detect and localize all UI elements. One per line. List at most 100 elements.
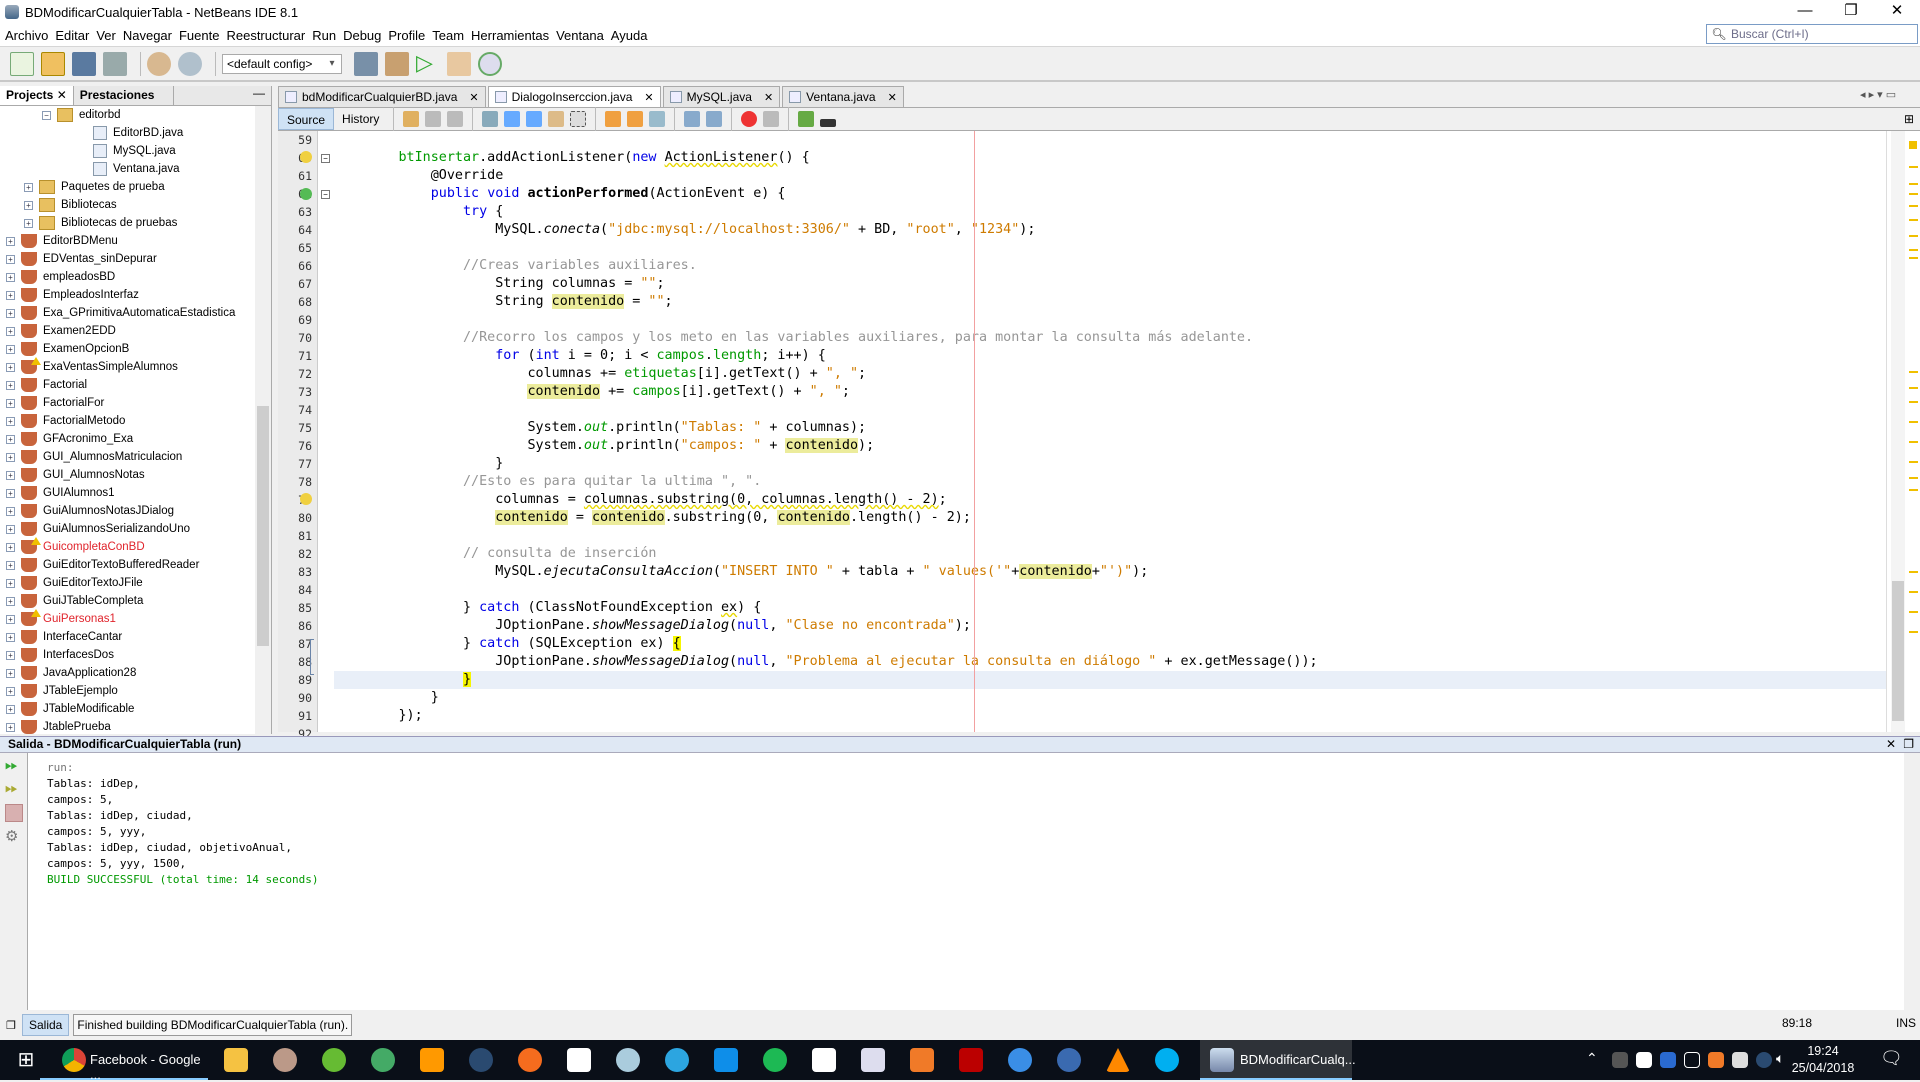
tree-item[interactable]: + GuiPersonas1 xyxy=(0,609,256,628)
expand-icon[interactable]: + xyxy=(6,254,15,264)
code-line[interactable]: //Recorro los campos y los meto en las v… xyxy=(334,329,1886,347)
expand-icon[interactable]: + xyxy=(6,524,15,534)
find-next-icon[interactable] xyxy=(526,111,543,127)
daemon-tools-icon[interactable] xyxy=(1008,1048,1032,1072)
burner-icon[interactable] xyxy=(273,1048,297,1072)
close-icon[interactable]: ✕ xyxy=(1886,737,1896,752)
menu-ventana[interactable]: Ventana xyxy=(556,28,604,43)
search-input[interactable]: 🔍︎ Buscar (Ctrl+I) xyxy=(1706,24,1918,44)
code-line[interactable]: } xyxy=(334,455,1886,473)
expand-icon[interactable]: + xyxy=(6,308,15,318)
expand-icon[interactable]: + xyxy=(6,686,15,696)
sublime-text-icon[interactable] xyxy=(420,1048,444,1072)
close-button[interactable]: ✕ xyxy=(1874,0,1920,24)
expand-icon[interactable]: + xyxy=(6,398,15,408)
stripe-mark[interactable] xyxy=(1909,489,1918,491)
tree-item[interactable]: + Exa_GPrimitivaAutomaticaEstadistica xyxy=(0,304,256,322)
profile-icon[interactable] xyxy=(478,51,502,76)
uplay-icon[interactable] xyxy=(567,1048,591,1072)
thunderbird-icon[interactable] xyxy=(1057,1048,1081,1072)
close-tab-icon[interactable]: ✕ xyxy=(888,91,897,104)
rerun-with-params-icon[interactable]: ⏩︎ xyxy=(5,781,23,799)
expand-icon[interactable]: + xyxy=(6,506,15,516)
last-edit-icon[interactable] xyxy=(403,111,420,127)
code-line[interactable]: //Creas variables auxiliares. xyxy=(334,257,1886,275)
tray-chevron-up-icon[interactable]: ⌃ xyxy=(1586,1050,1598,1067)
close-tab-icon[interactable]: ✕ xyxy=(644,91,653,104)
warning-bulb-icon[interactable] xyxy=(300,493,312,505)
code-line[interactable] xyxy=(334,401,1886,419)
code-line[interactable]: contenido += campos[i].getText() + ", "; xyxy=(334,383,1886,401)
minimize-button[interactable]: — xyxy=(1782,0,1828,24)
forward-icon[interactable] xyxy=(447,111,464,127)
code-line[interactable]: System.out.println("campos: " + contenid… xyxy=(334,437,1886,455)
code-line[interactable]: } xyxy=(334,689,1886,707)
epic-games-tray-icon[interactable] xyxy=(1612,1052,1628,1068)
expand-icon[interactable]: + xyxy=(6,236,15,246)
tree-item[interactable]: + FactorialMetodo xyxy=(0,412,256,430)
tab-history[interactable]: History xyxy=(334,108,387,130)
volume-icon[interactable]: 🔈︎ xyxy=(1776,1050,1784,1067)
rect-selection-icon[interactable] xyxy=(570,111,587,127)
expand-icon[interactable]: + xyxy=(6,416,15,426)
redo-icon[interactable] xyxy=(178,51,202,76)
stripe-mark[interactable] xyxy=(1909,631,1918,633)
tree-item[interactable]: + GUI_AlumnosNotas xyxy=(0,466,256,484)
stripe-mark[interactable] xyxy=(1909,235,1918,237)
tree-item[interactable]: − editorbd xyxy=(0,106,256,124)
tree-item[interactable]: + GUI_AlumnosMatriculacion xyxy=(0,448,256,466)
editor-tab[interactable]: bdModificarCualquierBD.java ✕ xyxy=(278,86,486,107)
tree-item[interactable]: + empleadosBD xyxy=(0,268,256,286)
code-line[interactable]: }); xyxy=(334,707,1886,725)
utorrent-icon[interactable] xyxy=(322,1048,346,1072)
vlc-icon[interactable] xyxy=(1106,1048,1130,1072)
expand-icon[interactable]: + xyxy=(6,722,15,732)
xampp-icon[interactable] xyxy=(910,1048,934,1072)
clock[interactable]: 19:24 25/04/2018 xyxy=(1788,1043,1858,1077)
tree-item[interactable]: Ventana.java xyxy=(0,160,256,178)
scrollbar-thumb[interactable] xyxy=(257,406,269,646)
expand-icon[interactable]: + xyxy=(6,452,15,462)
save-all-icon[interactable] xyxy=(103,51,127,76)
tree-item[interactable]: + GuiEditorTextoBufferedReader xyxy=(0,556,256,574)
code-line[interactable] xyxy=(334,527,1886,545)
expand-icon[interactable]: + xyxy=(6,704,15,714)
tree-item[interactable]: + EmpleadosInterfaz xyxy=(0,286,256,304)
code-line[interactable]: public void actionPerformed(ActionEvent … xyxy=(334,185,1886,203)
stripe-mark[interactable] xyxy=(1909,205,1918,207)
stripe-mark[interactable] xyxy=(1909,401,1918,403)
tree-item[interactable]: + EDVentas_sinDepurar xyxy=(0,250,256,268)
menu-run[interactable]: Run xyxy=(312,28,336,43)
menu-team[interactable]: Team xyxy=(432,28,464,43)
tree-item[interactable]: + Paquetes de prueba xyxy=(0,178,256,196)
expand-icon[interactable]: + xyxy=(6,632,15,642)
stripe-mark[interactable] xyxy=(1909,477,1918,479)
expand-icon[interactable]: + xyxy=(6,272,15,282)
tree-item[interactable]: + GuiEditorTextoJFile xyxy=(0,574,256,592)
code-line[interactable]: try { xyxy=(334,203,1886,221)
fold-icon[interactable]: − xyxy=(321,154,330,163)
menu-editar[interactable]: Editar xyxy=(55,28,89,43)
tree-item[interactable]: + InterfaceCantar xyxy=(0,628,256,646)
menu-ver[interactable]: Ver xyxy=(96,28,116,43)
start-macro-icon[interactable] xyxy=(741,111,758,127)
warning-bulb-icon[interactable] xyxy=(300,151,312,163)
code-line[interactable]: MySQL.conecta("jdbc:mysql://localhost:33… xyxy=(334,221,1886,239)
stripe-mark[interactable] xyxy=(1909,193,1918,195)
spotify-icon[interactable] xyxy=(763,1048,787,1072)
teamviewer-icon[interactable] xyxy=(714,1048,738,1072)
code-line[interactable]: //Esto es para quitar la ultima ", ". xyxy=(334,473,1886,491)
code-line[interactable]: btInsertar.addActionListener(new ActionL… xyxy=(334,149,1886,167)
search-icon[interactable]: 🔍︎ xyxy=(1707,27,1731,41)
app-window-icon[interactable] xyxy=(861,1048,885,1072)
stripe-mark[interactable] xyxy=(1909,249,1918,251)
editor-tab-controls[interactable]: ◂ ▸ ▾ ▭ xyxy=(1860,88,1896,101)
open-project-icon[interactable] xyxy=(72,51,96,76)
taskbar-item-chrome[interactable]: Facebook - Google ... xyxy=(40,1040,208,1082)
code-line[interactable] xyxy=(334,311,1886,329)
editor-tab[interactable]: DialogoInserccion.java ✕ xyxy=(487,86,661,107)
app-icon[interactable] xyxy=(371,1048,395,1072)
expand-icon[interactable]: + xyxy=(6,488,15,498)
expand-icon[interactable]: + xyxy=(6,578,15,588)
restore-button[interactable]: ❐ xyxy=(1828,0,1874,24)
